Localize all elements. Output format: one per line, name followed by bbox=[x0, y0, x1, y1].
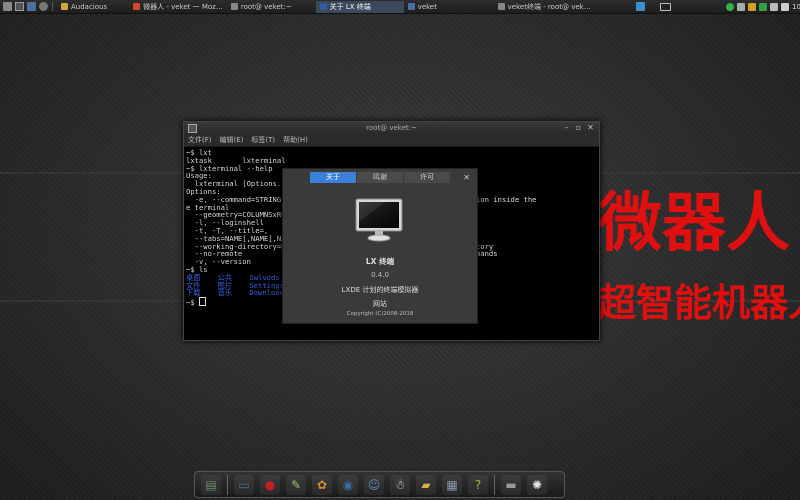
terminal-monitor-icon bbox=[355, 198, 403, 242]
about-dialog: 关于 鸣谢 许可 ✕ LX 终端 0.4.0 LXDE 计划的终端模拟器 网站 … bbox=[282, 168, 478, 324]
app-version: 0.4.0 bbox=[371, 271, 389, 279]
task-about-lxterminal[interactable]: 关于 LX 终端 bbox=[315, 0, 404, 13]
copyright: Copyright (C)2008-2018 bbox=[346, 311, 414, 317]
task-label: 微器人 - veket 一 Moz… bbox=[143, 2, 223, 11]
battery-icon[interactable] bbox=[748, 2, 756, 11]
terminal-icon bbox=[497, 3, 505, 10]
clipboard-icon[interactable] bbox=[737, 2, 745, 11]
menu-edit[interactable]: 编辑(E) bbox=[220, 135, 244, 145]
disk-icon[interactable]: ▤ bbox=[201, 474, 221, 495]
settings-screen-icon[interactable]: ▦ bbox=[442, 474, 462, 495]
top-taskbar: Audacious 微器人 - veket 一 Moz… root@ veket… bbox=[0, 0, 800, 14]
menu-tabs[interactable]: 标签(T) bbox=[251, 135, 275, 145]
task-veket-folder[interactable]: veket bbox=[404, 1, 494, 13]
task-label: veket终端 - root@ vek… bbox=[507, 2, 591, 11]
minimize-icon[interactable]: – bbox=[562, 123, 571, 132]
terminal-icon bbox=[319, 3, 327, 10]
network-icon[interactable] bbox=[759, 2, 767, 11]
task-label: root@ veket:~ bbox=[240, 2, 292, 11]
app-menu-icon[interactable] bbox=[3, 2, 12, 11]
ladybug-icon[interactable]: ● bbox=[260, 474, 280, 495]
menu-file[interactable]: 文件(F) bbox=[188, 135, 212, 145]
about-tabs: 关于 鸣谢 许可 bbox=[310, 172, 451, 183]
clock[interactable]: 10 bbox=[792, 3, 800, 11]
app-description: LXDE 计划的终端模拟器 bbox=[341, 286, 419, 294]
task-label: veket bbox=[417, 2, 437, 11]
monitor-icon[interactable]: ▭ bbox=[234, 474, 254, 495]
task-label: 关于 LX 终端 bbox=[329, 2, 371, 11]
paint-palette-icon[interactable]: ✿ bbox=[312, 474, 332, 495]
firefox-icon bbox=[133, 3, 141, 10]
sun-icon[interactable]: ✺ bbox=[527, 474, 547, 495]
task-audacious[interactable]: Audacious bbox=[57, 1, 111, 13]
close-icon[interactable]: ✕ bbox=[463, 172, 470, 183]
close-icon[interactable]: ✕ bbox=[586, 123, 595, 132]
dock-separator bbox=[227, 474, 228, 495]
dock: ▤ ▭ ● ✎ ✿ ◉ ☺ ☃ ▰ ▦? ▬ ✺ bbox=[194, 471, 565, 498]
task-firefox[interactable]: 微器人 - veket 一 Moz… bbox=[129, 1, 227, 13]
task-veket-terminal[interactable]: veket终端 - root@ vek… bbox=[494, 1, 595, 13]
wallpaper-subtitle: 超智能机器人 bbox=[598, 281, 800, 325]
network-users-icon[interactable]: ☺ bbox=[364, 474, 384, 495]
terminal-menubar: 文件(F) 编辑(E) 标签(T) 帮助(H) bbox=[184, 134, 599, 147]
maximize-icon[interactable]: ▫ bbox=[574, 123, 583, 132]
system-tray: 10 bbox=[633, 0, 800, 13]
settings-icon[interactable] bbox=[39, 2, 48, 11]
desktop-icon[interactable] bbox=[27, 2, 36, 11]
task-label: Audacious bbox=[71, 2, 108, 11]
keyboard-icon[interactable] bbox=[781, 2, 789, 11]
tab-credits[interactable]: 鸣谢 bbox=[357, 172, 403, 183]
wallpaper-title: 微器人 bbox=[598, 187, 790, 261]
separator bbox=[52, 2, 53, 11]
app-name: LX 终端 bbox=[365, 257, 395, 266]
website-link[interactable]: 网站 bbox=[283, 299, 477, 309]
folder-icon[interactable]: ▰ bbox=[416, 474, 436, 495]
task-terminal[interactable]: root@ veket:~ bbox=[227, 1, 296, 13]
folder-icon bbox=[407, 3, 415, 10]
window-title: root@ veket:~ bbox=[366, 124, 417, 132]
terminal-titlebar[interactable]: root@ veket:~ – ▫ ✕ bbox=[184, 122, 599, 134]
network-status-icon[interactable] bbox=[726, 2, 734, 11]
text-editor-icon[interactable]: ✎ bbox=[286, 474, 306, 495]
audacious-icon bbox=[61, 3, 68, 10]
text-cursor bbox=[198, 297, 206, 307]
media-player-icon[interactable]: ◉ bbox=[338, 474, 358, 495]
tab-license[interactable]: 许可 bbox=[404, 172, 450, 183]
terminal-icon bbox=[230, 3, 238, 10]
volume-icon[interactable] bbox=[770, 2, 778, 11]
menu-help[interactable]: 帮助(H) bbox=[283, 135, 308, 145]
help-icon[interactable]: ? bbox=[468, 474, 488, 495]
prompt-text: ~$ bbox=[186, 298, 199, 308]
drive-icon[interactable]: ▬ bbox=[501, 474, 521, 495]
dock-separator bbox=[494, 474, 495, 495]
tab-about[interactable]: 关于 bbox=[310, 172, 356, 183]
window-list-icon[interactable] bbox=[660, 2, 671, 11]
show-desktop-icon[interactable] bbox=[636, 2, 645, 11]
terminal-launcher-icon[interactable] bbox=[15, 2, 24, 11]
penguin-icon[interactable]: ☃ bbox=[390, 474, 410, 495]
